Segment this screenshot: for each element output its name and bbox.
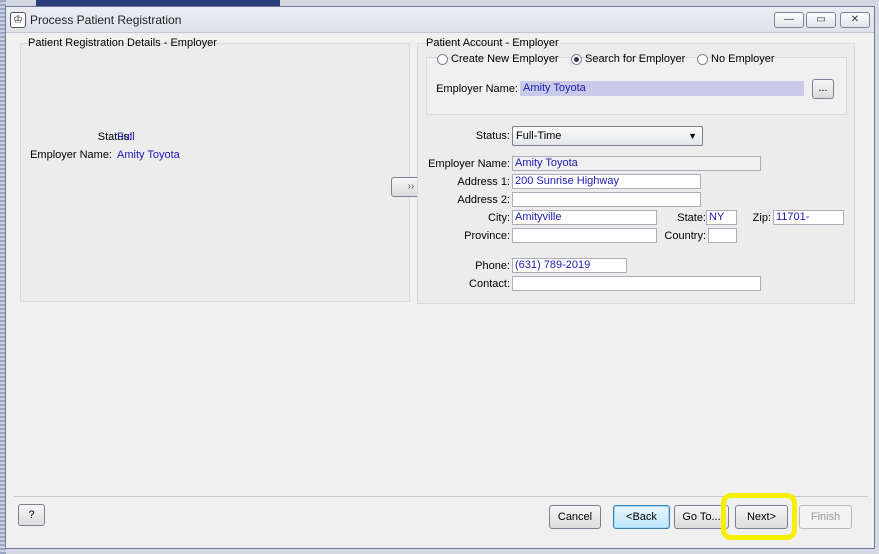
contact-label: Contact: <box>469 278 510 290</box>
radio-no-employer[interactable]: No Employer <box>697 53 775 65</box>
country-label: Country: <box>664 230 706 242</box>
province-label: Province: <box>464 230 510 242</box>
employer-name-field[interactable]: Amity Toyota <box>512 156 761 171</box>
radio-create-new-employer[interactable]: Create New Employer <box>437 53 559 65</box>
patient-registration-details-group <box>20 43 410 302</box>
title-bar[interactable]: ♔ Process Patient Registration — ▭ ✕ <box>6 7 874 33</box>
radio-no-employer-circle[interactable] <box>697 53 708 65</box>
phone-label: Phone: <box>475 260 510 272</box>
finish-button[interactable]: Finish <box>799 505 852 529</box>
right-panel-title: Patient Account - Employer <box>426 37 559 49</box>
status-label: Status: <box>475 130 510 142</box>
radio-create-new-employer-circle[interactable] <box>437 53 448 65</box>
employer-name-label: Employer Name: <box>428 158 510 170</box>
window-title: Process Patient Registration <box>30 13 182 27</box>
address1-field[interactable]: 200 Sunrise Highway <box>512 174 701 189</box>
city-label: City: <box>488 212 510 224</box>
address2-label: Address 2: <box>457 194 510 206</box>
address2-field[interactable] <box>512 192 701 207</box>
status-select[interactable]: Full-Time ▼ <box>512 126 703 146</box>
radio-search-for-employer-circle[interactable] <box>571 53 582 65</box>
left-status-value: Full <box>117 131 135 143</box>
app-icon: ♔ <box>10 12 26 28</box>
city-field[interactable]: Amityville <box>512 210 657 225</box>
radio-search-for-employer[interactable]: Search for Employer <box>571 53 685 65</box>
country-field[interactable] <box>708 228 737 243</box>
browse-employer-button[interactable]: ... <box>812 79 834 99</box>
search-employer-field[interactable]: Amity Toyota <box>520 81 804 96</box>
zip-field[interactable]: 11701- <box>773 210 844 225</box>
dropdown-arrow-icon[interactable]: ▼ <box>688 127 697 145</box>
minimize-button[interactable]: — <box>774 12 804 28</box>
help-button[interactable]: ? <box>18 504 45 526</box>
contact-field[interactable] <box>512 276 761 291</box>
state-field[interactable]: NY <box>706 210 737 225</box>
left-employer-label: Employer Name: <box>30 149 112 161</box>
left-employer-value: Amity Toyota <box>117 149 180 161</box>
address1-label: Address 1: <box>457 176 510 188</box>
search-employer-label: Employer Name: <box>436 83 518 95</box>
cancel-button[interactable]: Cancel <box>549 505 601 529</box>
province-field[interactable] <box>512 228 657 243</box>
process-patient-registration-window: ♔ Process Patient Registration — ▭ ✕ Pat… <box>5 6 875 549</box>
state-label: State: <box>677 212 706 224</box>
zip-label: Zip: <box>752 212 771 224</box>
phone-field[interactable]: (631) 789-2019 <box>512 258 627 273</box>
close-button[interactable]: ✕ <box>840 12 870 28</box>
status-selected-value: Full-Time <box>516 130 562 142</box>
next-button-highlight <box>721 493 797 540</box>
back-button[interactable]: <Back <box>613 505 670 529</box>
restore-button[interactable]: ▭ <box>806 12 836 28</box>
left-panel-title: Patient Registration Details - Employer <box>28 37 217 49</box>
